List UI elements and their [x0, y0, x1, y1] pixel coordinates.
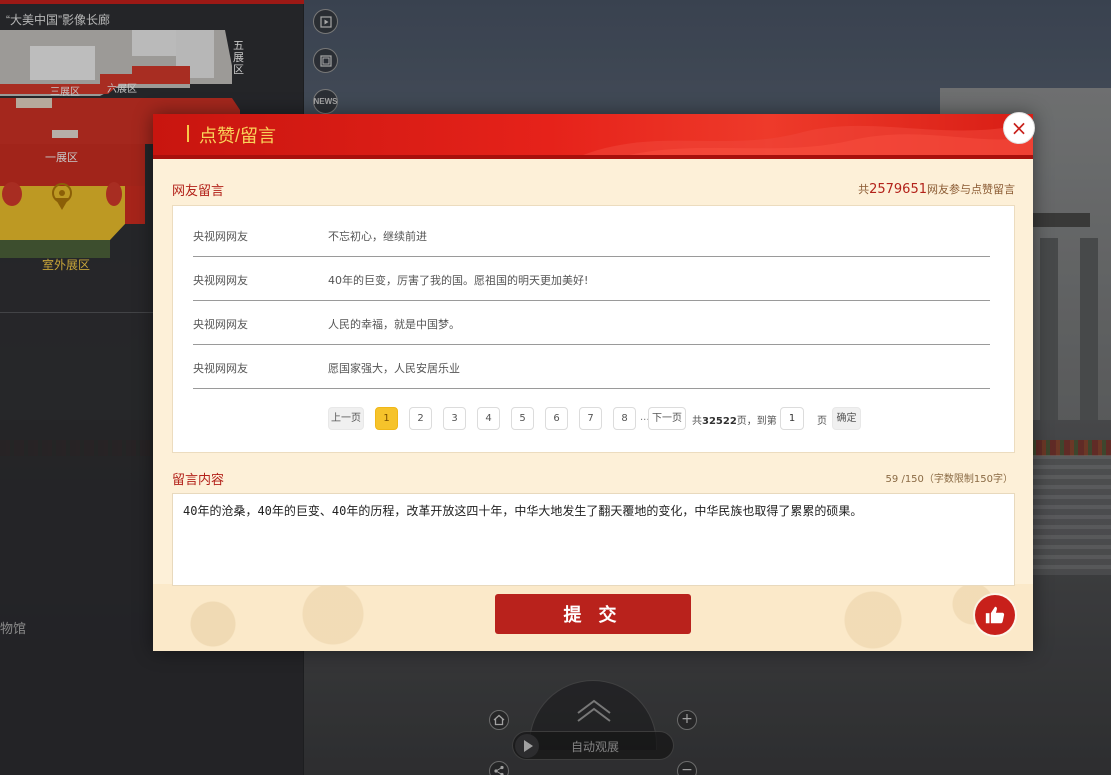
header-wave-decoration — [573, 122, 1033, 159]
total-pages-count: 32522 — [702, 416, 737, 427]
total-pages-prefix: 共 — [692, 416, 702, 427]
total-pages-suffix: 页，到第 — [736, 416, 777, 427]
page-button-3[interactable]: 3 — [443, 407, 466, 430]
page-unit: 页 — [817, 416, 827, 427]
page-button-8[interactable]: 8 — [613, 407, 636, 430]
thumbs-up-icon — [985, 606, 1005, 624]
pagination: 上一页 1 2 3 4 5 6 7 8 ... 下一页 共32522页，到第 页… — [328, 407, 888, 431]
modal-header: 点赞/留言 — [153, 114, 1033, 159]
messages-section-label: 网友留言 — [172, 184, 225, 199]
goto-page-input[interactable] — [780, 407, 804, 430]
message-text: 人民的幸福，就是中国梦。 — [328, 318, 460, 331]
total-suffix: 网友参与点赞留言 — [927, 183, 1015, 196]
like-button[interactable] — [975, 595, 1015, 635]
page-button-4[interactable]: 4 — [477, 407, 500, 430]
like-comment-modal: 点赞/留言 × 网友留言 共2579651网友参与点赞留言 央视网网友 不忘初心… — [153, 112, 1035, 651]
message-text: 40年的巨变，厉害了我的国。愿祖国的明天更加美好! — [328, 274, 589, 287]
message-row: 央视网网友 不忘初心，继续前进 — [193, 213, 990, 257]
goto-confirm-button[interactable]: 确定 — [832, 407, 861, 430]
header-accent-bar — [187, 125, 189, 142]
message-user: 央视网网友 — [193, 318, 248, 331]
page-button-7[interactable]: 7 — [579, 407, 602, 430]
page-button-6[interactable]: 6 — [545, 407, 568, 430]
message-text: 不忘初心，继续前进 — [328, 230, 427, 243]
message-user: 央视网网友 — [193, 274, 248, 287]
modal-title: 点赞/留言 — [199, 126, 277, 146]
page-button-5[interactable]: 5 — [511, 407, 534, 430]
message-input[interactable]: 40年的沧桑，40年的巨变、40年的历程，改革开放这四十年，中华大地发生了翻天覆… — [172, 493, 1015, 586]
participant-count: 2579651 — [869, 182, 927, 197]
close-icon: × — [1010, 116, 1028, 140]
char-counter: 59 /150（字数限制150字） — [885, 474, 1013, 485]
message-list: 央视网网友 不忘初心，继续前进 央视网网友 40年的巨变，厉害了我的国。愿祖国的… — [172, 205, 1015, 453]
message-user: 央视网网友 — [193, 362, 248, 375]
compose-section-label: 留言内容 — [172, 473, 225, 488]
total-prefix: 共 — [858, 183, 870, 196]
page-button-1[interactable]: 1 — [375, 407, 398, 430]
next-page-button[interactable]: 下一页 — [648, 407, 686, 430]
submit-button[interactable]: 提 交 — [495, 594, 691, 634]
participant-total: 共2579651网友参与点赞留言 — [858, 181, 1015, 197]
message-text: 愿国家强大，人民安居乐业 — [328, 362, 460, 375]
message-user: 央视网网友 — [193, 230, 248, 243]
close-button[interactable]: × — [1003, 112, 1035, 144]
prev-page-button[interactable]: 上一页 — [328, 407, 364, 430]
total-pages-text: 共32522页，到第 — [692, 412, 777, 427]
message-row: 央视网网友 人民的幸福，就是中国梦。 — [193, 301, 990, 345]
page-button-2[interactable]: 2 — [409, 407, 432, 430]
message-row: 央视网网友 40年的巨变，厉害了我的国。愿祖国的明天更加美好! — [193, 257, 990, 301]
message-row: 央视网网友 愿国家强大，人民安居乐业 — [193, 345, 990, 389]
